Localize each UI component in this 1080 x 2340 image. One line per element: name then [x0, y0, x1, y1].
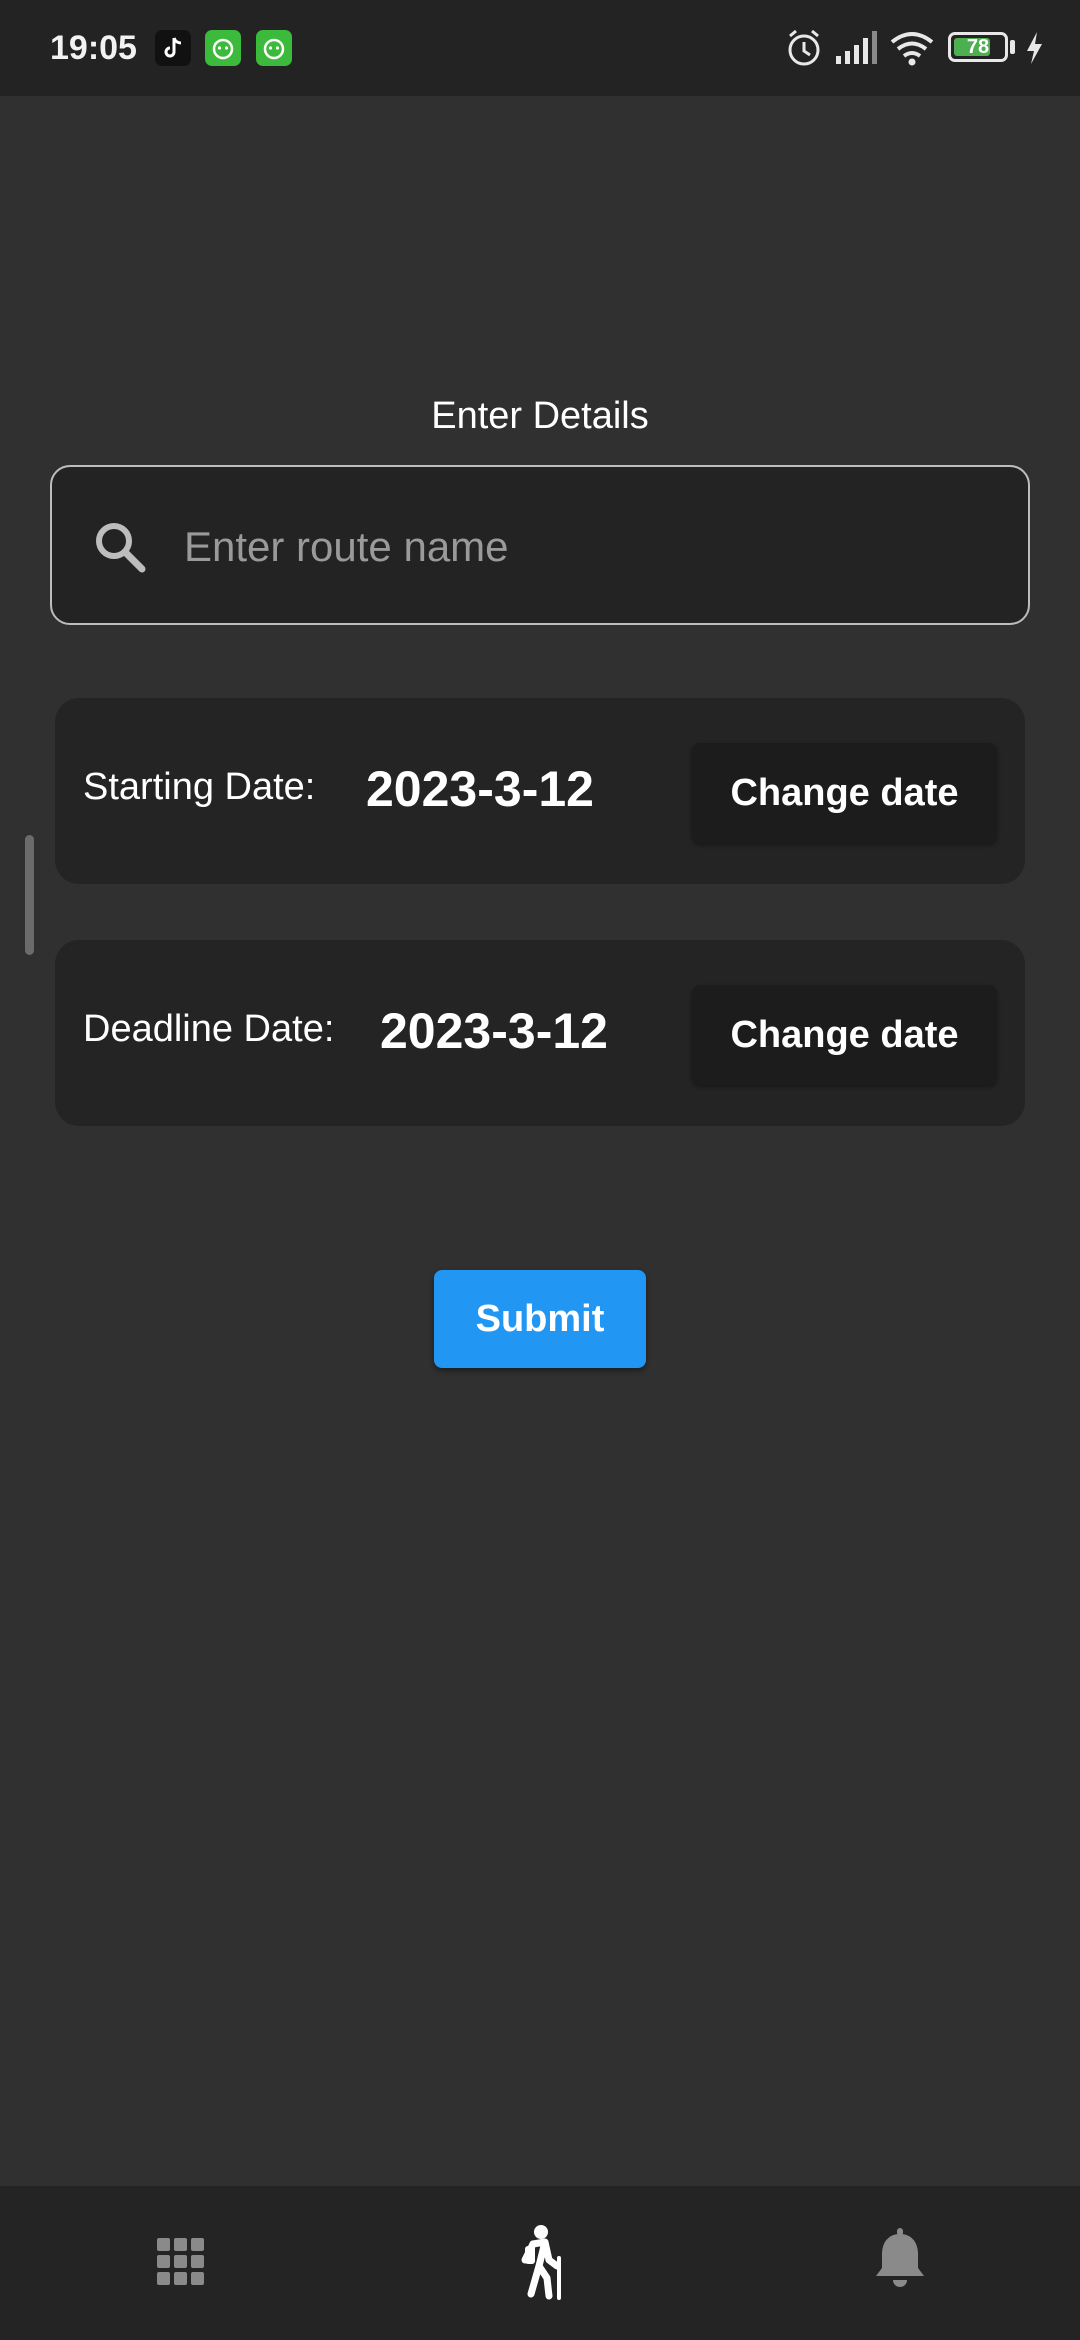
bell-icon	[855, 2228, 945, 2310]
scrollbar-thumb[interactable]	[25, 835, 34, 955]
status-bar: 19:05 78	[0, 0, 1080, 96]
wifi-icon	[888, 26, 936, 70]
change-starting-date-button[interactable]: Change date	[692, 743, 997, 843]
starting-date-value: 2023-3-12	[366, 761, 594, 817]
starting-date-label: Starting Date:	[83, 766, 316, 808]
app-icon	[256, 30, 292, 66]
deadline-date-value: 2023-3-12	[380, 1003, 608, 1059]
battery-icon: 78	[948, 32, 1008, 62]
route-name-input[interactable]	[182, 507, 1006, 587]
bottom-nav	[0, 2186, 1080, 2340]
deadline-date-card: Deadline Date: 2023-3-12 Change date	[55, 940, 1025, 1126]
hiking-icon	[495, 2225, 585, 2310]
submit-button[interactable]: Submit	[434, 1270, 646, 1368]
page-title: Enter Details	[431, 395, 649, 437]
starting-date-card: Starting Date: 2023-3-12 Change date	[55, 698, 1025, 884]
deadline-date-label: Deadline Date:	[83, 1008, 335, 1050]
apps-grid-icon	[135, 2238, 225, 2310]
tiktok-icon	[155, 30, 191, 66]
alarm-icon	[784, 26, 824, 70]
signal-icon	[834, 26, 878, 70]
app-icon	[205, 30, 241, 66]
charging-icon	[1022, 26, 1046, 70]
battery-level: 78	[966, 36, 990, 58]
route-name-field[interactable]	[50, 465, 1030, 625]
nav-item-routes[interactable]	[495, 2216, 585, 2306]
search-icon	[90, 517, 150, 577]
nav-item-apps[interactable]	[135, 2216, 225, 2306]
change-deadline-date-button[interactable]: Change date	[692, 985, 997, 1085]
nav-item-notifications[interactable]	[855, 2216, 945, 2306]
status-time: 19:05	[50, 29, 137, 67]
